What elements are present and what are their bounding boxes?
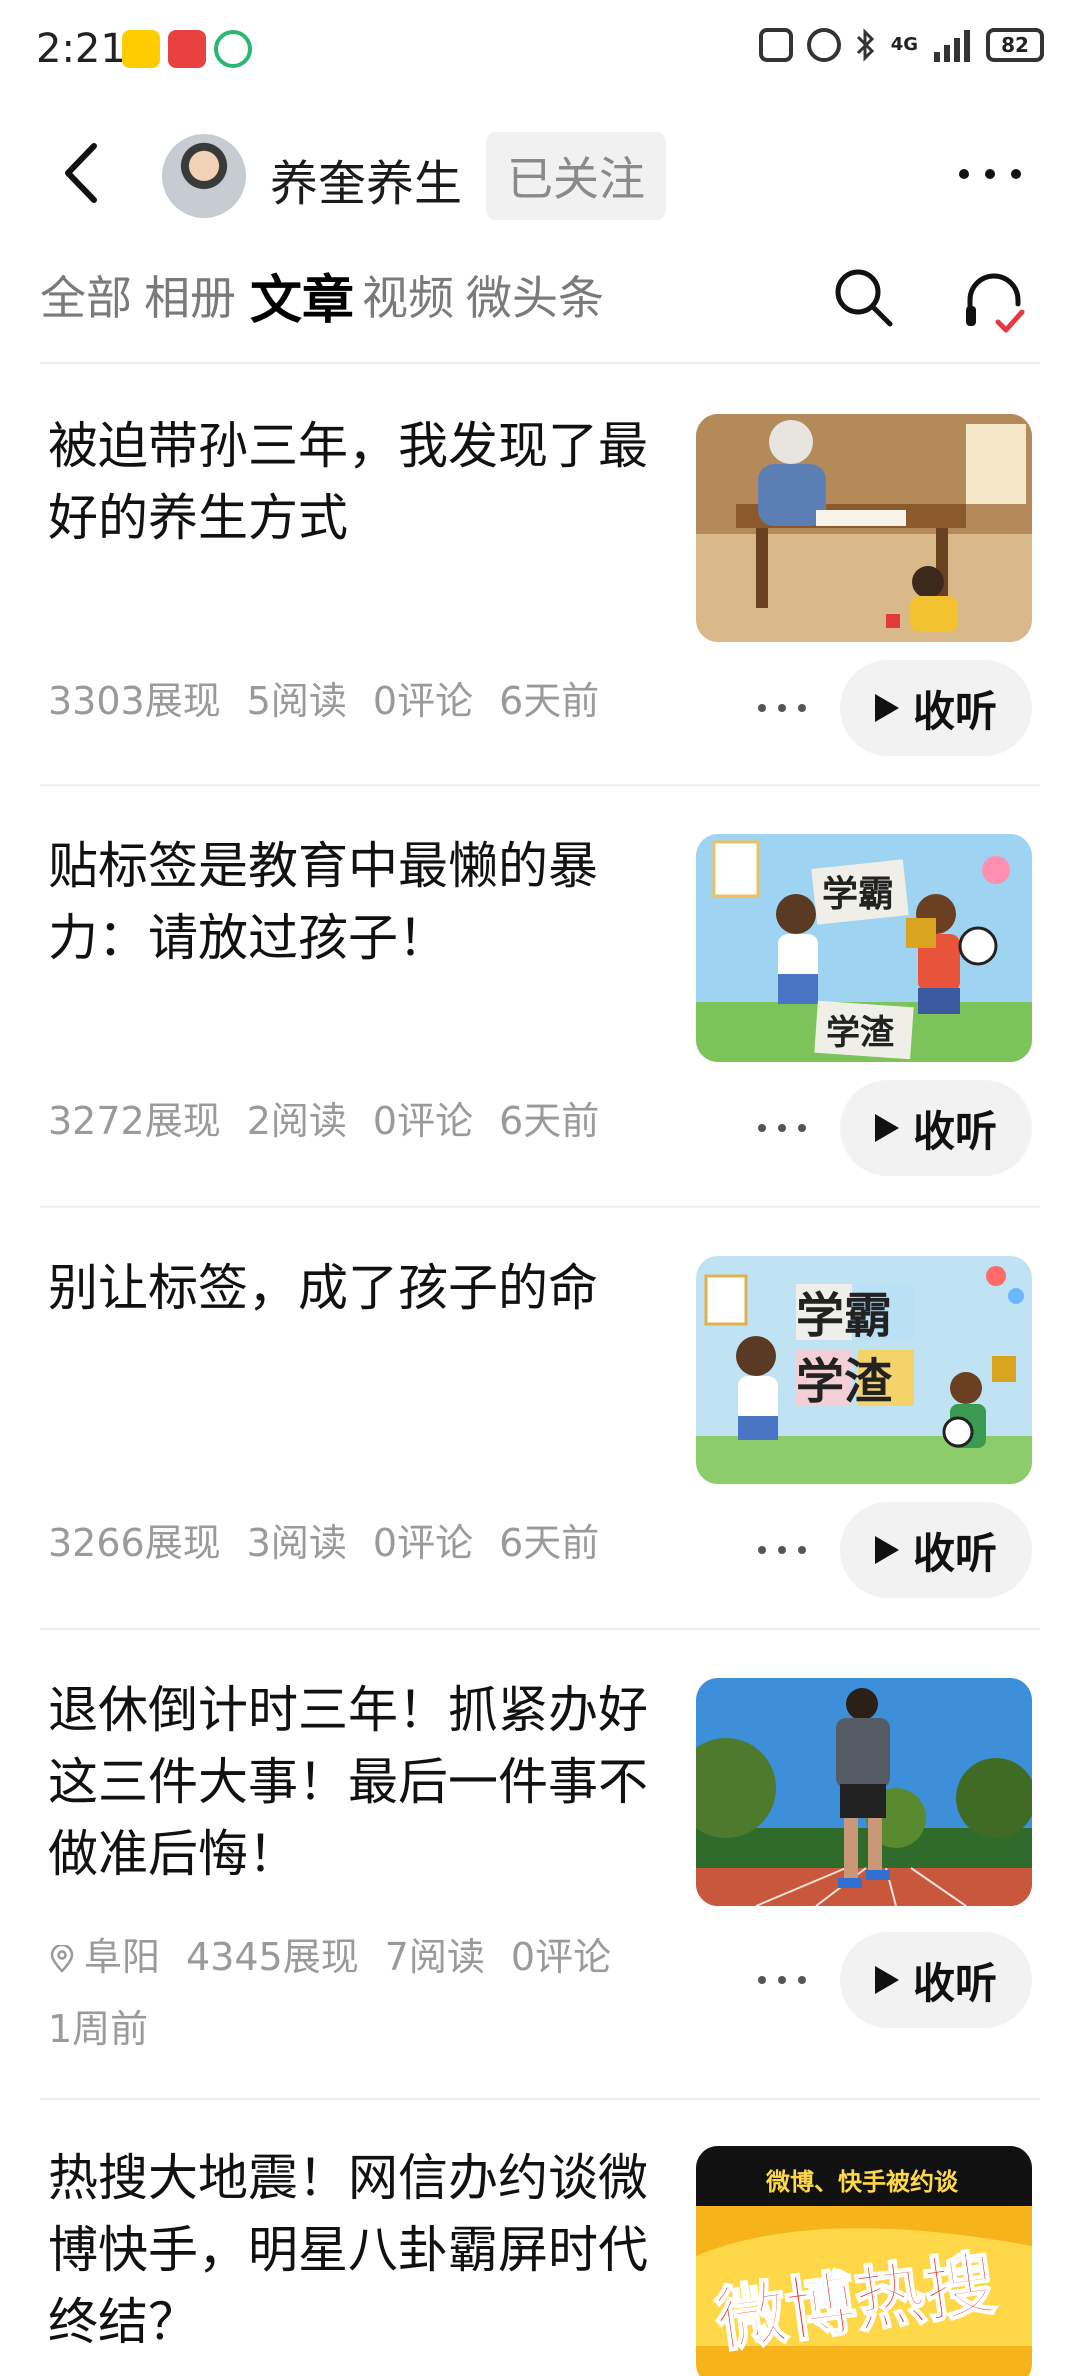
network-type: 4G [890, 34, 918, 55]
article-divider [40, 784, 1040, 786]
article-more-icon[interactable] [752, 1538, 812, 1562]
listen-label: 收听 [912, 1528, 997, 1578]
article-divider [40, 1206, 1040, 1208]
article-comments: 0评论 [510, 1935, 612, 1979]
listen-button[interactable]: 收听 [840, 660, 1032, 756]
article-thumbnail[interactable] [696, 414, 1032, 642]
play-icon [874, 1536, 899, 1564]
follow-button[interactable]: 已关注 [486, 132, 666, 220]
tab-micro-posts[interactable]: 微头条 [466, 262, 604, 328]
headphones-icon[interactable] [958, 264, 1030, 336]
listen-label: 收听 [912, 686, 997, 736]
article-reads: 2阅读 [246, 1099, 347, 1143]
tab-articles[interactable]: 文章 [250, 258, 354, 333]
play-icon [874, 694, 899, 722]
more-options-icon[interactable] [950, 154, 1030, 194]
article-title[interactable]: 别让标签，成了孩子的命 [48, 1252, 648, 1324]
article-more-icon[interactable] [752, 1116, 812, 1140]
status-bar: 2:21 4G 82 [0, 0, 1080, 100]
article-thumbnail[interactable]: 学霸 学渣 [696, 1256, 1032, 1484]
article-comments: 0评论 [372, 1521, 474, 1565]
nfc-icon [758, 28, 793, 62]
author-avatar[interactable] [162, 134, 246, 218]
article-impressions: 3303展现 [48, 679, 221, 723]
listen-button[interactable]: 收听 [840, 1932, 1032, 2028]
article-divider [40, 1628, 1040, 1630]
article-reads: 3阅读 [246, 1521, 347, 1565]
listen-label: 收听 [912, 1106, 997, 1156]
article-card[interactable]: 贴标签是教育中最懒的暴力：请放过孩子！ 学霸 学渣 3272展现 2阅读 0评论 6天… [0, 830, 1080, 1200]
content-tabs: 全部 相册 文章 视频 微头条 [0, 240, 1080, 350]
thumbnail-label-bottom: 学渣 [796, 1354, 893, 1410]
profile-header: 养奎养生 已关注 [0, 120, 1080, 230]
listen-button[interactable]: 收听 [840, 1080, 1032, 1176]
play-icon [874, 1966, 899, 1994]
article-time: 6天前 [499, 679, 600, 723]
article-card[interactable]: 被迫带孙三年，我发现了最好的养生方式 3303展现 5阅读 0评论 6天前 收听 [0, 410, 1080, 780]
article-time: 6天前 [499, 1521, 600, 1565]
article-thumbnail[interactable]: 微博、快手被约谈 微博热搜 [696, 2146, 1032, 2376]
location-pin-icon [50, 1945, 74, 1973]
article-thumbnail[interactable]: 学霸 学渣 [696, 834, 1032, 1062]
xhs-icon [168, 30, 206, 68]
back-arrow-icon[interactable] [50, 138, 120, 208]
thumbnail-label-top: 微博、快手被约谈 [765, 2168, 959, 2196]
article-card[interactable]: 别让标签，成了孩子的命 学霸 学渣 3266展现 3阅读 0评论 6天前 收听 [0, 1252, 1080, 1622]
article-meta: 3266展现 3阅读 0评论 6天前 [48, 1512, 625, 1567]
tabs-fade [760, 240, 830, 350]
article-meta: 3272展现 2阅读 0评论 6天前 [48, 1090, 625, 1145]
tabs-divider [40, 362, 1040, 364]
status-time: 2:21 [36, 26, 126, 72]
thumbnail-label-top: 学霸 [822, 873, 894, 915]
tab-albums[interactable]: 相册 [144, 262, 236, 328]
article-meta-second-line: 1周前 [48, 1998, 174, 2053]
article-impressions: 4345展现 [186, 1935, 359, 1979]
thumbnail-label-bottom: 学渣 [826, 1013, 895, 1053]
article-title[interactable]: 热搜大地震！网信办约谈微博快手，明星八卦霸屏时代终结？ [48, 2142, 648, 2358]
tab-all[interactable]: 全部 [40, 262, 132, 328]
alarm-icon [806, 28, 841, 62]
author-name[interactable]: 养奎养生 [270, 144, 462, 214]
article-thumbnail[interactable] [696, 1678, 1032, 1906]
green-app-icon [214, 30, 252, 68]
article-time: 6天前 [499, 1099, 600, 1143]
article-more-icon[interactable] [752, 1968, 812, 1992]
weibo-icon [122, 30, 160, 68]
article-impressions: 3266展现 [48, 1521, 221, 1565]
article-card[interactable]: 退休倒计时三年！抓紧办好这三件大事！最后一件事不做准后悔！ 阜阳 4345展现 7阅… [0, 1674, 1080, 2094]
article-location: 阜阳 [84, 1935, 161, 1979]
article-title[interactable]: 贴标签是教育中最懒的暴力：请放过孩子！ [48, 830, 648, 974]
article-reads: 5阅读 [246, 679, 347, 723]
signal-icon [934, 30, 970, 62]
tab-videos[interactable]: 视频 [362, 262, 454, 328]
article-title[interactable]: 退休倒计时三年！抓紧办好这三件大事！最后一件事不做准后悔！ [48, 1674, 648, 1890]
battery-icon: 82 [986, 28, 1044, 62]
article-comments: 0评论 [372, 679, 474, 723]
search-icon[interactable] [830, 264, 898, 332]
article-meta: 3303展现 5阅读 0评论 6天前 [48, 670, 625, 725]
article-reads: 7阅读 [384, 1935, 485, 1979]
article-more-icon[interactable] [752, 696, 812, 720]
listen-label: 收听 [912, 1958, 997, 2008]
article-impressions: 3272展现 [48, 1099, 221, 1143]
article-card[interactable]: 热搜大地震！网信办约谈微博快手，明星八卦霸屏时代终结？ 微博、快手被约谈 微博热… [0, 2142, 1080, 2376]
play-icon [874, 1114, 899, 1142]
listen-button[interactable]: 收听 [840, 1502, 1032, 1598]
article-time: 1周前 [48, 2007, 149, 2051]
thumbnail-label-top: 学霸 [796, 1288, 892, 1344]
article-meta: 阜阳 4345展现 7阅读 0评论 [48, 1926, 637, 1981]
bluetooth-icon [856, 28, 874, 62]
article-title[interactable]: 被迫带孙三年，我发现了最好的养生方式 [48, 410, 648, 554]
article-comments: 0评论 [372, 1099, 474, 1143]
article-divider [40, 2098, 1040, 2100]
